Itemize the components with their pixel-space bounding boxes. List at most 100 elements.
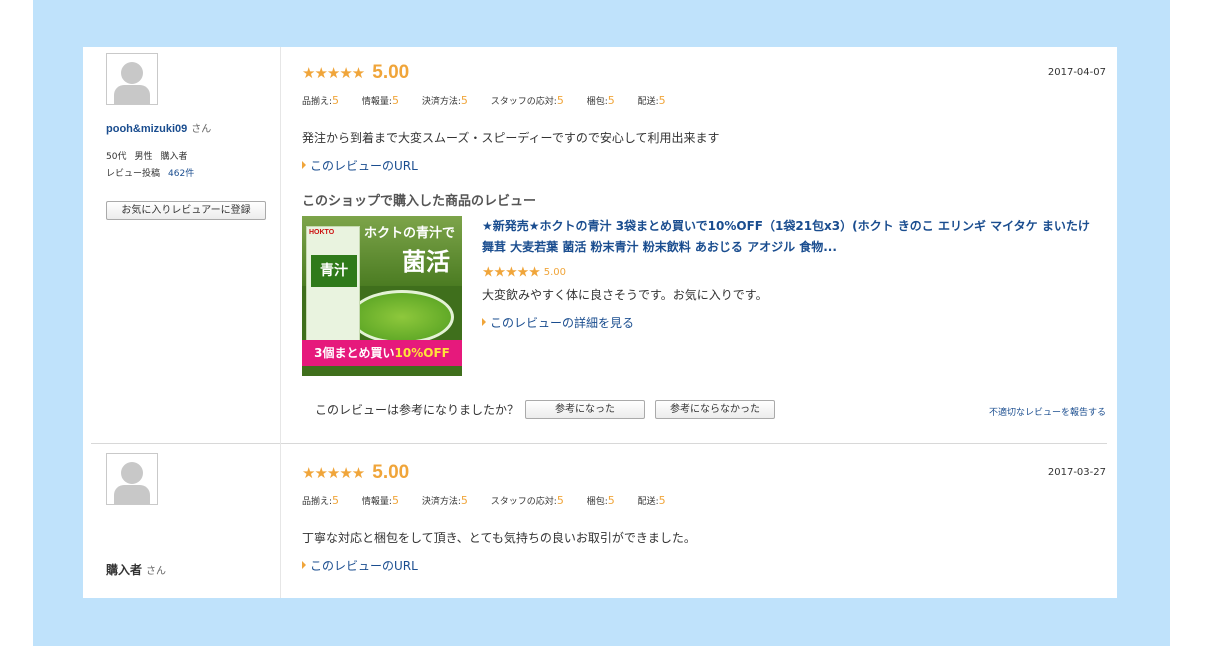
product-title-link[interactable]: ★新発売★ホクトの青汁 3袋まとめ買いで10%OFF（1袋21包x3）(ホクト … [482,216,1102,258]
product-thumbnail[interactable]: HOKTO 青汁 ホクトの青汁で 菌活 3個まとめ買い10%OFF [302,216,462,376]
sub-rating: 情報量:5 [362,94,399,107]
review-url-link[interactable]: このレビューのURL [310,159,418,173]
honorific: さん [146,566,167,577]
avatar-body-icon [114,485,150,504]
review-comment: 発注から到着まで大変スムーズ・スピーディーですので安心して利用出来ます [302,131,720,145]
sub-ratings: 品揃え:5 情報量:5 決済方法:5 スタッフの応対:5 梱包:5 配送:5 [302,494,686,507]
arrow-right-icon [482,318,486,326]
sub-rating: 決済方法:5 [422,94,468,107]
product-rating: ★★★★★ 5.00 [482,262,1102,281]
reviewer-name-line: pooh&mizuki09 さん [106,120,211,135]
reviewer-review-count: レビュー投稿 462件 [106,166,194,179]
review-date: 2017-03-27 [1047,467,1106,478]
sub-rating-value: 5 [556,494,564,507]
sub-rating: 梱包:5 [587,494,615,507]
review-url-link[interactable]: このレビューのURL [310,559,418,573]
brand-logo: HOKTO [309,229,335,236]
sub-rating-label: 配送: [637,97,659,107]
reviewer-name: 購入者 [106,563,143,577]
favorite-reviewer-button[interactable]: お気に入りレビュアーに登録 [106,201,266,220]
sub-rating: 決済方法:5 [422,494,468,507]
sub-rating-label: 情報量: [361,97,392,107]
sub-rating-value: 5 [332,94,340,107]
banner-discount: 10%OFF [394,346,450,360]
image-caption: ホクトの青汁で [364,226,456,241]
sub-rating: 配送:5 [638,494,666,507]
review-count-label: レビュー投稿 [106,169,161,179]
overall-rating: ★★★★★ 5.00 [302,62,409,86]
sub-rating-label: スタッフの応対: [490,97,557,107]
rating-stars-icon: ★★★★★ [302,464,365,482]
reviewer-gender: 男性 [134,152,153,162]
avatar-body-icon [114,85,150,104]
sub-rating-label: 梱包: [586,97,608,107]
reviewer-age: 50代 [106,152,127,162]
sub-rating-label: 品揃え: [302,97,333,107]
sub-rating-value: 5 [332,494,340,507]
avatar [106,53,158,105]
product-rating-stars-icon: ★★★★★ [482,264,541,281]
sub-rating: スタッフの応対:5 [491,494,564,507]
reviewer-profile: pooh&mizuki09 さん 50代 男性 購入者 レビュー投稿 462件 お気に入… [83,47,281,443]
arrow-right-icon [302,161,306,169]
product-review-info: ★新発売★ホクトの青汁 3袋まとめ買いで10%OFF（1袋21包x3）(ホクト … [482,216,1102,331]
review-body: ★★★★★ 5.00 2017-03-27 品揃え:5 情報量:5 決済方法:5 … [302,443,1112,598]
report-review-link[interactable]: 不適切なレビューを報告する [989,405,1106,418]
sub-rating-value: 5 [607,494,615,507]
sub-rating-label: 品揃え: [302,497,333,507]
review-date: 2017-04-07 [1047,67,1106,78]
reviewer-demographics: 50代 男性 購入者 [106,149,195,162]
product-review-detail-row: このレビューの詳細を見る [482,314,1102,331]
sub-rating: 品揃え:5 [302,94,339,107]
sub-rating-label: 情報量: [361,497,392,507]
arrow-right-icon [302,561,306,569]
sub-ratings: 品揃え:5 情報量:5 決済方法:5 スタッフの応対:5 梱包:5 配送:5 [302,94,686,107]
helpful-vote-row: このレビューは参考になりましたか？ 参考になった 参考にならなかった [315,400,776,419]
helpful-yes-button[interactable]: 参考になった [525,400,646,419]
review-item: 購入者 さん ★★★★★ 5.00 2017-03-27 品揃え:5 情報量:5 決… [83,443,1117,598]
sub-rating-label: 決済方法: [421,497,461,507]
review-count-link[interactable]: 462件 [168,169,194,179]
sub-rating-label: 梱包: [586,497,608,507]
review-list: pooh&mizuki09 さん 50代 男性 購入者 レビュー投稿 462件 お気に入… [83,47,1117,598]
review-url-row: このレビューのURL [302,157,418,174]
rating-score: 5.00 [372,462,410,483]
sub-rating-value: 5 [607,94,615,107]
review-detail-link[interactable]: このレビューの詳細を見る [490,316,634,330]
sub-rating-value: 5 [460,494,468,507]
rating-score: 5.00 [372,62,410,83]
image-headline: 菌活 [402,248,450,276]
reviewer-name-link[interactable]: pooh&mizuki09 [106,123,187,135]
avatar [106,453,158,505]
review-body: ★★★★★ 5.00 2017-04-07 品揃え:5 情報量:5 決済方法:5 … [302,47,1112,443]
avatar-head-icon [121,462,143,484]
green-juice-cup-icon [350,290,454,344]
review-comment: 丁寧な対応と梱包をして頂き、とても気持ちの良いお取引ができました。 [302,531,696,545]
sub-rating-value: 5 [658,94,666,107]
sub-rating-value: 5 [391,494,399,507]
reviewer-buyer-type: 購入者 [160,152,188,162]
sub-rating-label: スタッフの応対: [490,497,557,507]
sub-rating-value: 5 [556,94,564,107]
sub-rating-value: 5 [460,94,468,107]
sub-rating-value: 5 [391,94,399,107]
reviewer-name-line: 購入者 さん [106,561,166,578]
sub-rating-label: 決済方法: [421,97,461,107]
honorific: さん [191,124,212,135]
sub-rating: 情報量:5 [362,494,399,507]
shop-purchase-heading: このショップで購入した商品のレビュー [302,194,537,209]
overall-rating: ★★★★★ 5.00 [302,462,409,486]
banner-text: 3個まとめ買い [314,346,395,360]
review-item: pooh&mizuki09 さん 50代 男性 購入者 レビュー投稿 462件 お気に入… [83,47,1117,443]
helpful-no-button[interactable]: 参考にならなかった [655,400,776,419]
reviewer-profile: 購入者 さん [83,443,281,598]
product-package: HOKTO 青汁 [306,226,360,346]
sub-rating-label: 配送: [637,497,659,507]
product-rating-score: 5.00 [543,267,567,278]
rating-stars-icon: ★★★★★ [302,64,365,82]
discount-banner: 3個まとめ買い10%OFF [302,340,462,366]
product-review-comment: 大変飲みやすく体に良さそうです。お気に入りです。 [482,288,768,302]
sub-rating-value: 5 [658,494,666,507]
sub-rating: 梱包:5 [587,94,615,107]
helpful-question: このレビューは参考になりましたか？ [315,403,520,417]
